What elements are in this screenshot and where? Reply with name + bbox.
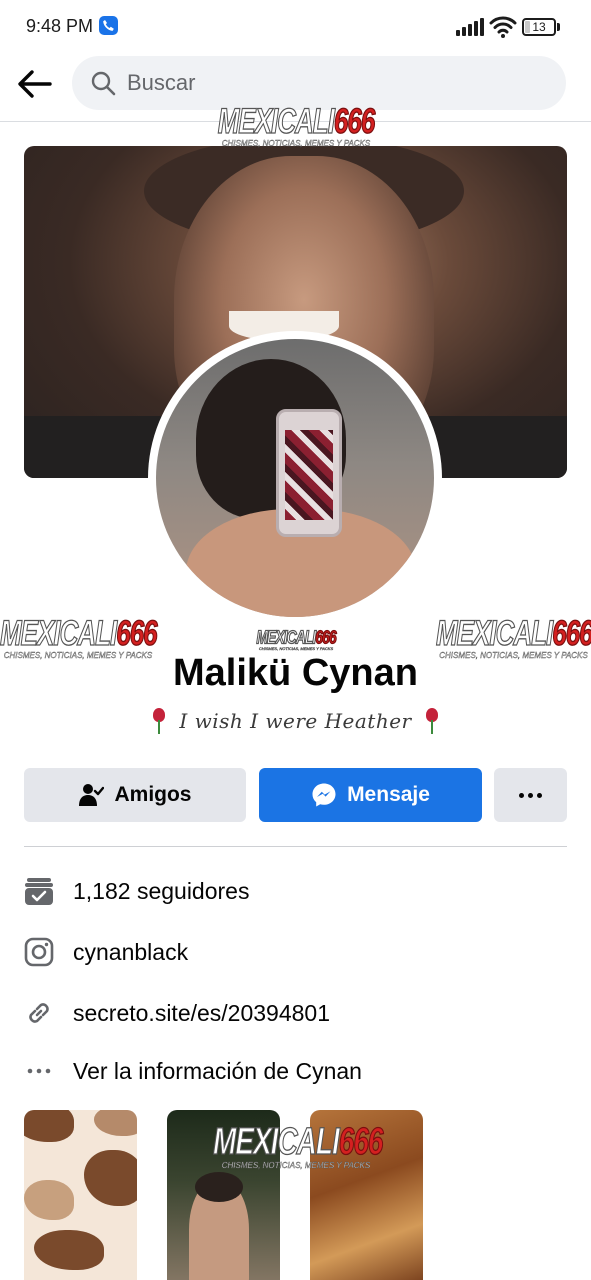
section-divider [24, 846, 567, 847]
call-icon [99, 16, 118, 35]
watermark-center: MEXICALI666 CHISMES, NOTICIAS, MEMES Y P… [256, 626, 337, 651]
messenger-icon [312, 783, 336, 807]
more-dots-icon [27, 1068, 51, 1074]
status-bar: 9:48 PM 13 [0, 0, 591, 52]
instagram-icon [24, 937, 54, 967]
profile-name: Malikü Cynan [173, 652, 418, 694]
followers-row[interactable]: 1,182 seguidores [24, 871, 567, 911]
back-button[interactable] [16, 64, 56, 104]
featured-photo[interactable] [310, 1110, 423, 1280]
followers-icon [25, 878, 53, 905]
header-divider [0, 121, 591, 122]
instagram-handle[interactable]: cynanblack [73, 939, 188, 966]
bio-text: I wish I were Heather [179, 709, 412, 733]
website-row[interactable]: secreto.site/es/20394801 [24, 993, 567, 1033]
friends-label: Amigos [114, 783, 192, 806]
see-info-row[interactable]: Ver la información de Cynan [24, 1051, 567, 1091]
message-button[interactable]: Mensaje [259, 768, 482, 822]
arrow-left-icon [18, 70, 52, 98]
more-dots-icon [519, 792, 542, 798]
more-button[interactable] [494, 768, 567, 822]
search-icon [91, 71, 116, 96]
rose-icon [422, 706, 442, 734]
see-info-link: Ver la información de Cynan [73, 1057, 362, 1084]
website-link[interactable]: secreto.site/es/20394801 [73, 1000, 330, 1027]
status-time: 9:48 PM [26, 16, 94, 36]
featured-photo[interactable] [24, 1110, 137, 1280]
wifi-icon [489, 15, 517, 39]
watermark-top: MEXICALI666 CHISMES, NOTICIAS, MEMES Y P… [217, 100, 376, 148]
battery-icon: 13 [522, 18, 560, 36]
friends-button[interactable]: Amigos [24, 768, 246, 822]
profile-picture[interactable] [148, 331, 442, 625]
profile-bio: I wish I were Heather [0, 706, 591, 740]
friend-check-icon [79, 784, 105, 806]
search-input[interactable]: Buscar [72, 56, 566, 110]
rose-icon [149, 706, 169, 734]
signal-icon [456, 18, 484, 36]
followers-count: 1,182 seguidores [73, 877, 250, 904]
featured-photo[interactable] [167, 1110, 280, 1280]
message-label: Mensaje [347, 783, 430, 806]
instagram-row[interactable]: cynanblack [24, 932, 567, 972]
battery-level: 13 [522, 18, 556, 36]
search-placeholder: Buscar [127, 70, 196, 95]
link-icon [29, 1003, 49, 1023]
